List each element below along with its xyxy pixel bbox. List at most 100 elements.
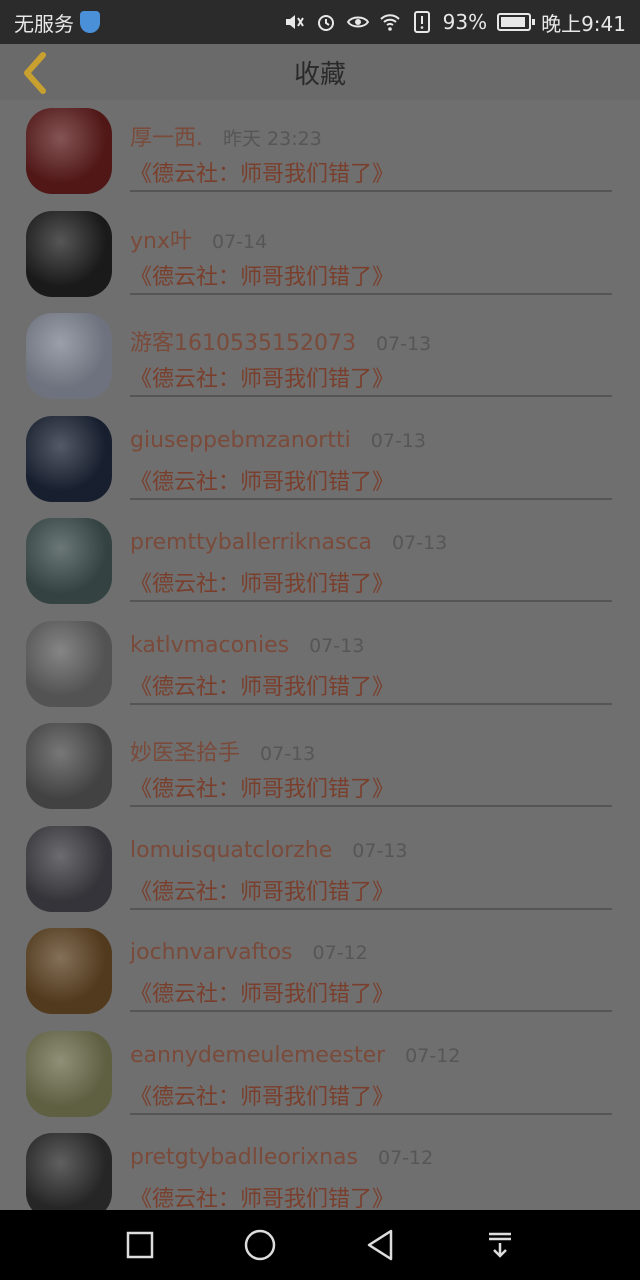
timestamp: 07-12 (378, 1147, 434, 1169)
timestamp: 07-13 (352, 839, 408, 862)
divider (130, 702, 612, 705)
divider (130, 190, 612, 192)
timestamp: 07-13 (375, 333, 432, 355)
favorite-title[interactable]: 《德云社：师哥我们错了》 (130, 874, 394, 906)
timestamp: 07-13 (392, 532, 448, 554)
alarm-icon (315, 11, 337, 33)
recent-apps-square-icon (126, 1231, 154, 1259)
favorite-item[interactable]: lomuisquatclorzhe 07-13 《德云社：师哥我们错了》 (0, 818, 640, 921)
man-on-stage-photo[interactable] (26, 108, 112, 194)
divider (130, 497, 612, 500)
eye-comfort-icon (346, 11, 369, 33)
clock: 晚上9:41 (541, 11, 626, 36)
item-meta: lomuisquatclorzhe 07-13 (130, 838, 408, 863)
couple-kiss-photo[interactable] (26, 825, 112, 912)
woman-portrait-photo[interactable] (26, 620, 112, 707)
divider (130, 292, 612, 295)
username: katlvmaconies (130, 632, 290, 658)
favorite-item[interactable]: 妙医圣拾手 07-13 《德云社：师哥我们错了》 (0, 715, 640, 818)
username: 游客1610535152073 (130, 331, 356, 356)
favorite-item[interactable]: eannydemeulemeester 07-12 《德云社：师哥我们错了》 (0, 1023, 640, 1126)
item-meta: jochnvarvaftos 07-12 (130, 940, 368, 965)
favorite-title[interactable]: 《德云社：师哥我们错了》 (130, 156, 394, 188)
divider (130, 907, 612, 910)
favorite-item[interactable]: pretgtybadlleorixnas 07-12 《德云社：师哥我们错了》 (0, 1125, 640, 1210)
favorite-title[interactable]: 《德云社：师哥我们错了》 (130, 976, 394, 1008)
header-bar: 收藏 (0, 44, 640, 100)
recent-apps-button[interactable] (116, 1221, 164, 1269)
favorite-title[interactable]: 《德云社：师哥我们错了》 (130, 566, 394, 598)
woman-portrait-bw-photo[interactable] (26, 210, 112, 297)
group-bw-photo[interactable] (26, 1133, 112, 1210)
divider (130, 600, 612, 602)
home-circle-icon (244, 1229, 276, 1261)
timestamp: 07-14 (211, 230, 268, 253)
divider (130, 805, 612, 807)
home-button[interactable] (236, 1221, 284, 1269)
username: premttyballerriknasca (130, 530, 372, 555)
item-meta: 妙医圣拾手 07-13 (130, 735, 315, 767)
username: giuseppebmzanortti (130, 427, 351, 453)
page-title: 收藏 (293, 59, 346, 90)
cartoon-girl-avatar[interactable] (26, 1030, 112, 1117)
divider (130, 395, 612, 397)
system-navigation-bar (0, 1210, 640, 1280)
favorite-title[interactable]: 《德云社：师哥我们错了》 (130, 669, 394, 701)
divider (130, 1112, 612, 1115)
username: 厚一西. (130, 126, 203, 151)
favorite-title[interactable]: 《德云社：师哥我们错了》 (130, 771, 394, 803)
favorite-item[interactable]: 厚一西. 昨天 23:23 《德云社：师哥我们错了》 (0, 100, 640, 203)
username: eannydemeulemeester (130, 1042, 386, 1068)
notification-pull-button[interactable] (476, 1221, 524, 1269)
favorite-title[interactable]: 《德云社：师哥我们错了》 (130, 259, 394, 291)
favorite-title[interactable]: 《德云社：师哥我们错了》 (130, 1181, 394, 1210)
favorites-list[interactable]: 厚一西. 昨天 23:23 《德云社：师哥我们错了》 ynx叶 07-14 《德… (0, 100, 640, 1210)
favorite-item[interactable]: giuseppebmzanortti 07-13 《德云社：师哥我们错了》 (0, 408, 640, 511)
favorite-item[interactable]: jochnvarvaftos 07-12 《德云社：师哥我们错了》 (0, 920, 640, 1023)
item-meta: pretgtybadlleorixnas 07-12 (130, 1145, 433, 1170)
timestamp: 07-13 (309, 634, 365, 657)
default-user-icon[interactable] (26, 313, 112, 399)
mute-icon (283, 11, 305, 33)
item-meta: premttyballerriknasca 07-13 (130, 530, 447, 555)
back-button[interactable] (14, 50, 54, 96)
item-meta: ynx叶 07-14 (130, 223, 267, 255)
couple-snow-photo[interactable] (26, 723, 112, 809)
favorite-item[interactable]: premttyballerriknasca 07-13 《德云社：师哥我们错了》 (0, 510, 640, 613)
item-meta: eannydemeulemeester 07-12 (130, 1043, 460, 1068)
favorite-item[interactable]: katlvmaconies 07-13 《德云社：师哥我们错了》 (0, 613, 640, 716)
username: jochnvarvaftos (130, 940, 293, 965)
username: lomuisquatclorzhe (130, 837, 333, 863)
favorite-item[interactable]: ynx叶 07-14 《德云社：师哥我们错了》 (0, 203, 640, 306)
wifi-icon (379, 11, 401, 33)
favorite-title[interactable]: 《德云社：师哥我们错了》 (130, 361, 394, 393)
item-meta: 厚一西. 昨天 23:23 (130, 120, 322, 152)
timestamp: 07-12 (405, 1044, 461, 1067)
battery-percent: 93% (442, 10, 488, 34)
sim-alert-icon (411, 11, 433, 33)
favorite-item[interactable]: 游客1610535152073 07-13 《德云社：师哥我们错了》 (0, 305, 640, 408)
favorite-title[interactable]: 《德云社：师哥我们错了》 (130, 464, 394, 496)
favorite-title[interactable]: 《德云社：师哥我们错了》 (130, 1079, 394, 1111)
birthday-cake-photo[interactable] (26, 928, 112, 1014)
divider (130, 1010, 612, 1012)
timestamp: 07-13 (370, 429, 426, 452)
back-nav-button[interactable] (356, 1221, 404, 1269)
username: 妙医圣拾手 (130, 741, 241, 766)
status-bar: 无服务 93% 晚上9:41 (0, 0, 640, 44)
username: ynx叶 (130, 228, 192, 254)
timestamp: 07-12 (312, 942, 368, 964)
carrier-label: 无服务 (14, 11, 74, 36)
waterfall-landscape-photo[interactable] (26, 518, 112, 604)
timestamp: 07-13 (260, 743, 316, 765)
timestamp: 昨天 23:23 (223, 128, 322, 150)
security-shield-icon (80, 11, 100, 33)
battery-level-fill (501, 17, 526, 27)
item-meta: 游客1610535152073 07-13 (130, 325, 431, 357)
item-meta: giuseppebmzanortti 07-13 (130, 428, 426, 453)
back-triangle-icon (367, 1229, 393, 1261)
notification-pull-down-icon (489, 1232, 511, 1258)
item-meta: katlvmaconies 07-13 (130, 633, 364, 658)
chevron-left-icon (24, 52, 46, 94)
blue-car-photo[interactable] (26, 415, 112, 502)
